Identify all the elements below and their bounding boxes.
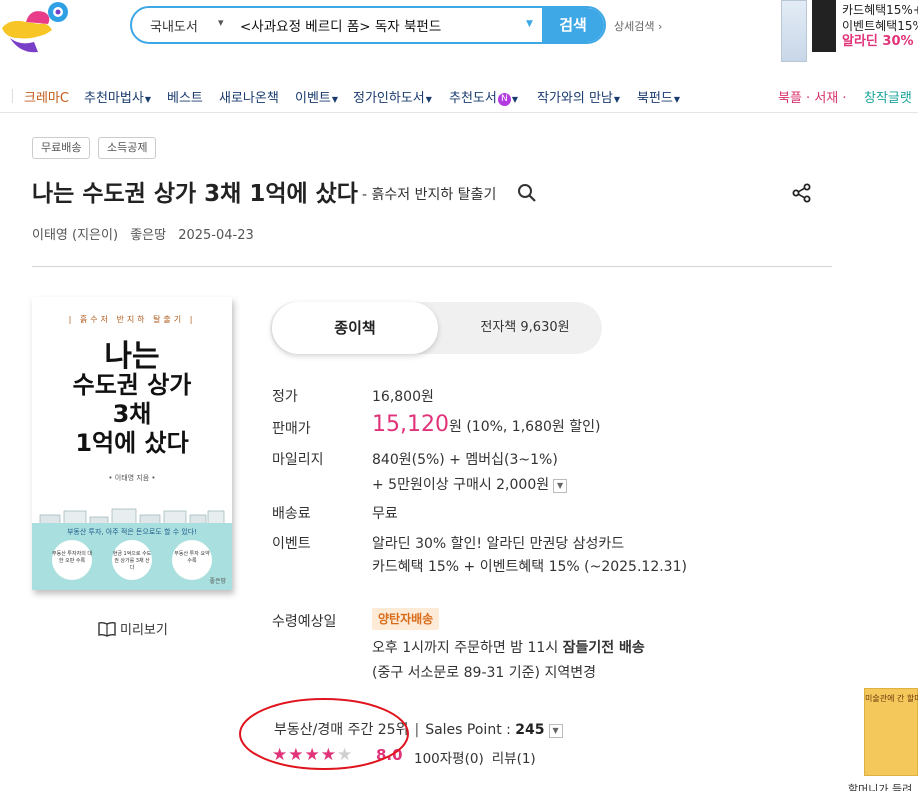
shipping-value: 무료	[372, 506, 398, 522]
cover-subtitle: | 흙수저 반지하 탈출기 |	[68, 315, 196, 324]
nav-item-recommended[interactable]: 추천도서 N ▼	[449, 87, 518, 106]
delivery-info-line-2[interactable]: (중구 서소문로 89-31 기준) 지역변경	[372, 662, 596, 682]
aladin-logo[interactable]	[0, 0, 78, 60]
search-bar[interactable]: 국내도서 ▾ <사과요정 베르디 폼> 독자 북펀드 ▼ 검색	[130, 6, 606, 44]
book-cover[interactable]: | 흙수저 반지하 탈출기 | 나는 수도권 상가 3채 1억에 샀다 • 이태…	[32, 297, 232, 590]
publish-date: 2025-04-23	[178, 228, 254, 243]
side-ad-title: 미술관에 간 할머	[865, 694, 918, 703]
sale-price-value: 15,120원 (10%, 1,680원 할인)	[372, 412, 600, 437]
nav-item-author-meet[interactable]: 작가와의 만남▼	[537, 87, 620, 106]
book-open-icon	[98, 621, 116, 637]
main-nav: 크레마C 추천마법사▼ 베스트 새로나온책 이벤트▼ 정가인하도서▼ 추천도서 N…	[0, 85, 918, 107]
chevron-down-icon[interactable]: ▼	[553, 479, 568, 493]
product-meta: 이태영 (지은이) 좋은땅 2025-04-23	[32, 224, 262, 243]
cover-band: 부동산 투자, 아주 적은 돈으로도 할 수 있다! 부동산 투자자의 대한 오…	[32, 523, 232, 590]
caret-down-icon: ▼	[144, 95, 151, 104]
caret-down-icon: ▼	[673, 95, 681, 104]
chevron-down-icon[interactable]: ▾	[218, 16, 224, 29]
caret-down-icon: ▼	[511, 95, 518, 104]
promo-line-1: 카드혜택15%+	[842, 3, 918, 17]
caret-down-icon: ▼	[613, 95, 621, 104]
page-subtitle: - 흙수저 반지하 탈출기	[362, 187, 497, 203]
delivery-info-line-1: 오후 1시까지 주문하면 밤 11시 잠들기전 배송	[372, 640, 645, 656]
sale-price-label: 판매가	[272, 421, 311, 437]
list-price-value: 16,800원	[372, 389, 434, 405]
shipping-label: 배송료	[272, 506, 311, 522]
review-links: 100자평(0) 리뷰(1)	[414, 747, 544, 767]
side-ad-book[interactable]: 미술관에 간 할머	[864, 688, 918, 776]
delivery-badge: 양탄자배송	[372, 608, 440, 630]
new-badge: N	[497, 93, 511, 106]
author-link[interactable]: 이태영 (지은이)	[32, 228, 118, 243]
nav-item-crema[interactable]: 크레마C	[24, 87, 69, 106]
nav-item-events[interactable]: 이벤트▼	[295, 87, 338, 106]
promo-line-2: 이벤트혜택15%	[842, 19, 918, 33]
advanced-search-link[interactable]: 상세검색 ›	[614, 18, 662, 34]
nav-creative-platform[interactable]: 창작글랫	[864, 87, 912, 106]
cover-band-text: 부동산 투자, 아주 적은 돈으로도 할 수 있다!	[66, 528, 198, 536]
nav-item-best[interactable]: 베스트	[167, 87, 203, 106]
mileage-label: 마일리지	[272, 452, 324, 468]
cover-publisher: 좋은땅	[209, 578, 226, 585]
nav-item-new-books[interactable]: 새로나온책	[219, 87, 279, 106]
chevron-down-icon[interactable]: ▼	[548, 724, 563, 738]
delivery-label: 수령예상일	[272, 614, 337, 630]
short-review-link[interactable]: 100자평(0)	[414, 751, 484, 767]
nav-item-price-cut[interactable]: 정가인하도서▼	[353, 87, 432, 106]
preview-button[interactable]: 미리보기	[98, 619, 168, 638]
event-value-line-2[interactable]: 카드혜택 15% + 이벤트혜택 15% (~2025.12.31)	[372, 556, 687, 576]
sale-price-amount: 15,120	[372, 412, 449, 437]
review-link[interactable]: 리뷰(1)	[492, 751, 536, 767]
sale-discount: (10%, 1,680원 할인)	[466, 419, 601, 435]
sale-price-unit: 원	[448, 419, 462, 435]
delivery-highlight: 잠들기전 배송	[562, 640, 645, 656]
page-title: 나는 수도권 상가 3채 1억에 샀다	[32, 181, 358, 207]
event-label: 이벤트	[272, 536, 311, 552]
format-tabs: 종이책 전자책 9,630원	[270, 302, 602, 354]
cover-circle: 부동산 투자자의 대한 오판 수록	[52, 540, 92, 580]
cover-circle: 부동산 투자 요약 수록	[172, 540, 212, 580]
search-input[interactable]: <사과요정 베르디 폼> 독자 북펀드	[240, 15, 441, 35]
header-divider	[0, 112, 918, 113]
badge-tax-deduction: 소득공제	[98, 137, 157, 159]
sales-point-value: 245	[515, 722, 545, 738]
annotation-ellipse	[239, 698, 409, 770]
sales-point-label: Sales Point :	[425, 722, 511, 738]
cover-author: • 이태영 지음 •	[108, 474, 156, 482]
event-value-line-1[interactable]: 알라딘 30% 할인! 알라딘 만권당 삼성카드	[372, 533, 624, 553]
search-icon[interactable]	[517, 183, 537, 203]
nav-item-recommend-wizard[interactable]: 추천마법사▼	[84, 87, 151, 106]
cover-title-line: 1억에 샀다	[75, 429, 189, 457]
mileage-value: 840원(5%) + 멤버십(3~1%)	[372, 452, 558, 468]
promo-banner[interactable]: 카드혜택15%+ 이벤트혜택15% 알라딘 30% 할	[842, 2, 918, 50]
mileage-extra: + 5만원이상 구매시 2,000원 ▼	[372, 474, 568, 494]
tab-ebook[interactable]: 전자책 9,630원	[450, 302, 600, 354]
list-price-label: 정가	[272, 389, 298, 405]
search-category-select[interactable]: 국내도서	[150, 16, 198, 35]
side-ad-caption[interactable]: 할머니가 들려	[848, 781, 912, 791]
publisher-link[interactable]: 좋은땅	[130, 228, 166, 243]
share-icon[interactable]	[791, 182, 813, 204]
nav-item-bookfund[interactable]: 북펀드▼	[637, 87, 680, 106]
cover-circle: 현금 1억으로 수도권 상가를 3채 산다	[112, 540, 152, 580]
caret-down-icon: ▼	[425, 95, 432, 104]
search-button[interactable]: 검색	[542, 8, 604, 42]
nav-bookple-library[interactable]: 북플 · 서재 ·	[778, 87, 847, 106]
nav-divider	[12, 89, 13, 103]
promo-line-3: 알라딘 30% 할	[842, 34, 918, 49]
promo-card-image-2[interactable]	[812, 0, 836, 52]
badge-free-shipping: 무료배송	[32, 137, 91, 159]
section-divider	[32, 266, 832, 267]
caret-down-icon: ▼	[331, 95, 339, 104]
preview-label: 미리보기	[120, 623, 168, 638]
search-history-dropdown-icon[interactable]: ▼	[526, 19, 533, 29]
tab-paper-book[interactable]: 종이책	[272, 302, 438, 354]
promo-card-image[interactable]	[781, 0, 807, 62]
